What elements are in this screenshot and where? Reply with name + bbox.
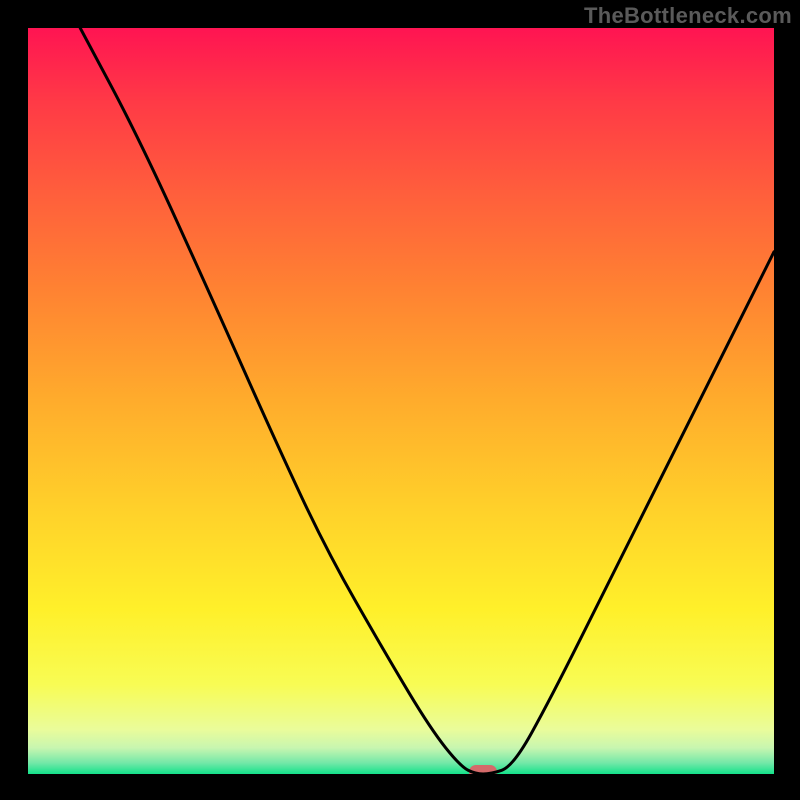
chart-svg: [28, 28, 774, 774]
watermark-text: TheBottleneck.com: [584, 3, 792, 29]
plot-area: [28, 28, 774, 774]
chart-container: TheBottleneck.com: [0, 0, 800, 800]
